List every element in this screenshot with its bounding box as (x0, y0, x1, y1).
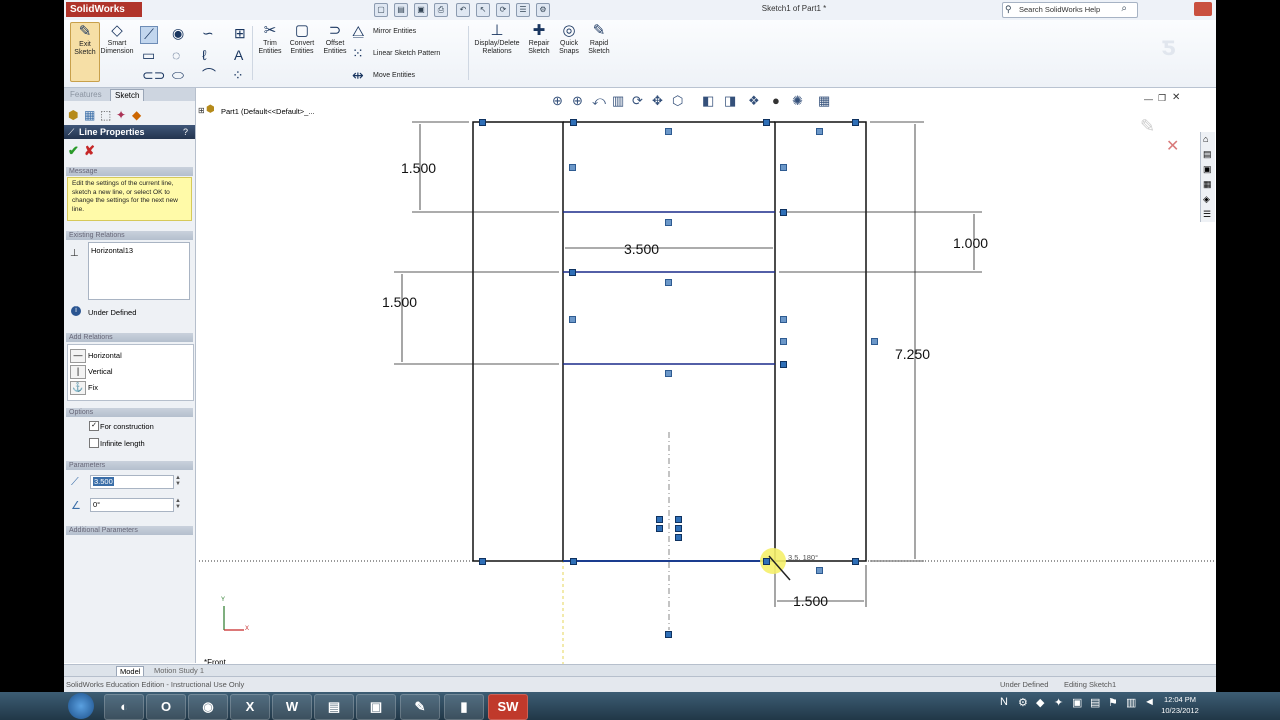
tray-icon[interactable]: ⚙ (1018, 696, 1028, 709)
taskbar-clock[interactable]: 12:04 PM 10/23/2012 (1158, 694, 1202, 716)
taskbar-app-icon[interactable]: ▮ (444, 694, 484, 720)
horizontal-relation-marker[interactable] (665, 128, 672, 135)
relation-marker[interactable] (570, 119, 577, 126)
flag-icon[interactable]: ⚑ (1108, 696, 1118, 709)
vertical-relation-marker[interactable] (569, 316, 576, 323)
tray-icon[interactable]: ✦ (1054, 696, 1063, 709)
horizontal-relation-marker[interactable] (665, 370, 672, 377)
volume-icon[interactable]: ◄ (1144, 696, 1155, 708)
horizontal-relation-marker[interactable] (816, 128, 823, 135)
status-state: Under Defined (1000, 680, 1049, 689)
y-axis-label: Y (221, 597, 226, 603)
status-mode: Editing Sketch1 (1064, 680, 1117, 689)
taskbar-app-icon[interactable]: ▣ (356, 694, 396, 720)
vertical-relation-marker[interactable] (780, 338, 787, 345)
taskbar-chrome-icon[interactable]: ◉ (188, 694, 228, 720)
start-button[interactable] (68, 693, 94, 719)
relation-marker[interactable] (852, 558, 859, 565)
relation-marker[interactable] (665, 631, 672, 638)
dimension-5[interactable]: 7.250 (895, 346, 930, 362)
relation-marker[interactable] (780, 209, 787, 216)
relation-marker[interactable] (763, 558, 770, 565)
vertical-relation-marker[interactable] (569, 164, 576, 171)
relation-marker[interactable] (852, 119, 859, 126)
relation-marker[interactable] (479, 558, 486, 565)
horizontal-relation-marker[interactable] (665, 279, 672, 286)
windows-taskbar: ◐ O ◉ X W ▤ ▣ ✎ ▮ SW N ⚙ ◆ ✦ ▣ ▤ ⚑ ▥ ◄ 1… (0, 692, 1280, 720)
clock-date: 10/23/2012 (1161, 706, 1199, 715)
relation-marker[interactable] (656, 516, 663, 523)
dimension-2[interactable]: 3.500 (624, 241, 659, 257)
relation-marker[interactable] (675, 534, 682, 541)
relation-marker[interactable] (780, 361, 787, 368)
network-icon[interactable]: ▥ (1126, 696, 1136, 709)
clock-time: 12:04 PM (1163, 695, 1197, 704)
right-rectangle[interactable] (774, 121, 867, 562)
horizontal-relation-marker[interactable] (816, 567, 823, 574)
taskbar-excel-icon[interactable]: X (230, 694, 270, 720)
relation-marker[interactable] (570, 558, 577, 565)
dimension-3[interactable]: 1.000 (953, 235, 988, 251)
dimension-4[interactable]: 1.500 (382, 294, 417, 310)
left-rectangle[interactable] (472, 121, 564, 562)
vertical-relation-marker[interactable] (780, 316, 787, 323)
tray-icon[interactable]: ▣ (1072, 696, 1082, 709)
taskbar-explorer-icon[interactable]: ▤ (314, 694, 354, 720)
relation-marker[interactable] (763, 119, 770, 126)
dimension-6[interactable]: 1.500 (793, 593, 828, 609)
taskbar-solidworks-icon[interactable]: SW (488, 694, 528, 720)
status-bar: SolidWorks Education Edition - Instructi… (64, 676, 1216, 692)
relation-marker[interactable] (675, 525, 682, 532)
dimension-1[interactable]: 1.500 (401, 160, 436, 176)
taskbar-word-icon[interactable]: W (272, 694, 312, 720)
taskbar-gimp-icon[interactable]: ◐ (104, 694, 144, 720)
horizontal-relation-marker[interactable] (665, 219, 672, 226)
tray-icon[interactable]: ▤ (1090, 696, 1100, 709)
relation-marker[interactable] (569, 269, 576, 276)
tray-icon[interactable]: ◆ (1036, 696, 1044, 709)
vertical-relation-marker[interactable] (780, 164, 787, 171)
solidworks-window: SolidWorks ▢ ▤ ▣ ⎙ ↶ ↖ ⟳ ☰ ⚙ Sketch1 of … (64, 0, 1216, 692)
cursor-feedback: 3.5, 180° (788, 553, 819, 562)
vertical-relation-marker[interactable] (871, 338, 878, 345)
tab-motion-study[interactable]: Motion Study 1 (154, 666, 204, 675)
taskbar-app-icon[interactable]: ✎ (400, 694, 440, 720)
sketch-drawing (199, 121, 1214, 664)
relation-marker[interactable] (675, 516, 682, 523)
status-left: SolidWorks Education Edition - Instructi… (66, 680, 245, 689)
relation-marker[interactable] (479, 119, 486, 126)
taskbar-outlook-icon[interactable]: O (146, 694, 186, 720)
onenote-tray-icon[interactable]: N (1000, 696, 1008, 708)
relation-marker[interactable] (656, 525, 663, 532)
x-axis-label: X (245, 626, 250, 632)
